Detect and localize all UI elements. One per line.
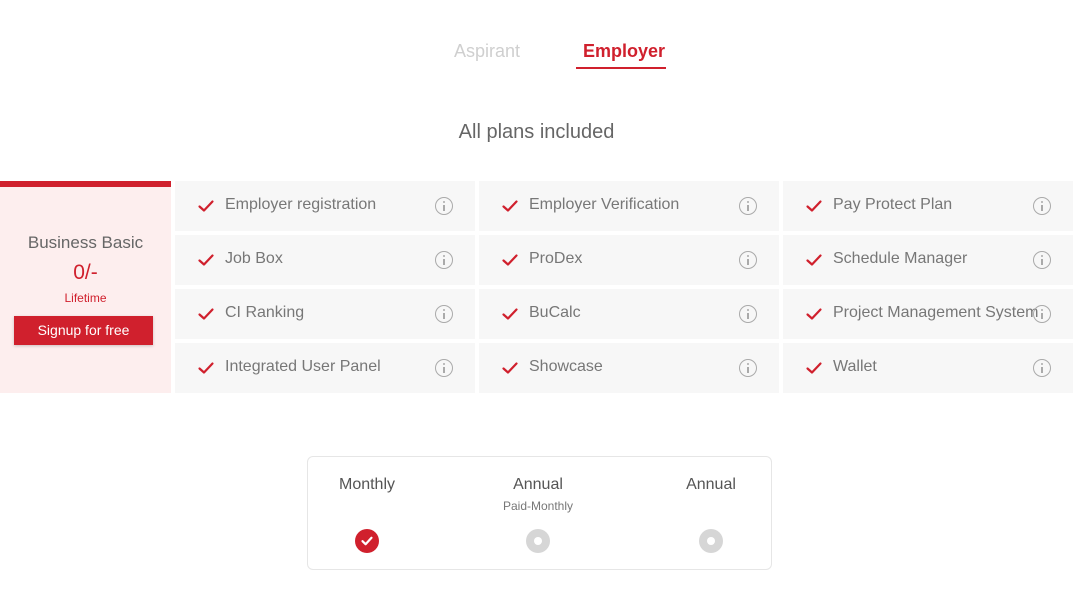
check-icon xyxy=(502,362,518,374)
feature-label: Employer Verification xyxy=(529,196,680,213)
feature-item: ProDex xyxy=(479,235,779,285)
feature-item: Employer Verification xyxy=(479,181,779,231)
active-tab-indicator xyxy=(576,67,666,69)
billing-option-monthly[interactable]: Monthly xyxy=(292,457,442,569)
signup-button[interactable]: Signup for free xyxy=(14,316,153,345)
check-icon xyxy=(806,200,822,212)
feature-item: Project Management System xyxy=(783,289,1073,339)
feature-item: Job Box xyxy=(175,235,475,285)
billing-selector: Monthly Annual Paid-Monthly Annual xyxy=(307,456,772,570)
info-icon[interactable] xyxy=(739,359,757,377)
feature-label: Schedule Manager xyxy=(833,250,968,267)
feature-item: Showcase xyxy=(479,343,779,393)
billing-option-title: Monthly xyxy=(338,476,396,493)
check-icon xyxy=(502,254,518,266)
feature-item: Schedule Manager xyxy=(783,235,1073,285)
tab-bar: Aspirant Employer xyxy=(0,38,1073,72)
check-icon xyxy=(806,308,822,320)
info-icon[interactable] xyxy=(435,359,453,377)
check-icon xyxy=(502,308,518,320)
feature-item: BuCalc xyxy=(479,289,779,339)
info-icon[interactable] xyxy=(435,251,453,269)
plan-price: 0/- xyxy=(73,261,98,284)
radio-icon[interactable] xyxy=(526,529,550,553)
feature-item: Integrated User Panel xyxy=(175,343,475,393)
check-icon xyxy=(198,308,214,320)
tab-aspirant[interactable]: Aspirant xyxy=(454,38,520,64)
feature-label: ProDex xyxy=(529,250,583,267)
billing-option-annual-paid-monthly[interactable]: Annual Paid-Monthly xyxy=(463,457,613,569)
feature-item: Pay Protect Plan xyxy=(783,181,1073,231)
feature-label: Job Box xyxy=(225,250,283,267)
feature-label: Integrated User Panel xyxy=(225,358,381,375)
feature-label: Showcase xyxy=(529,358,603,375)
feature-item: Wallet xyxy=(783,343,1073,393)
feature-label: Pay Protect Plan xyxy=(833,196,953,213)
plan-period: Lifetime xyxy=(64,291,107,305)
check-circle-icon[interactable] xyxy=(355,529,379,553)
plan-name: Business Basic xyxy=(27,233,144,252)
feature-label: CI Ranking xyxy=(225,304,305,321)
info-icon[interactable] xyxy=(739,305,757,323)
feature-label: BuCalc xyxy=(529,304,581,321)
feature-label: Project Management System xyxy=(833,304,1039,321)
check-icon xyxy=(806,254,822,266)
feature-label: Wallet xyxy=(833,358,877,375)
plan-card: Business Basic 0/- Lifetime Signup for f… xyxy=(0,181,171,393)
check-icon xyxy=(198,254,214,266)
info-icon[interactable] xyxy=(1033,197,1051,215)
check-icon xyxy=(806,362,822,374)
billing-option-subtitle: Paid-Monthly xyxy=(502,499,574,513)
billing-option-annual[interactable]: Annual xyxy=(636,457,786,569)
info-icon[interactable] xyxy=(435,305,453,323)
tab-employer[interactable]: Employer xyxy=(583,38,665,64)
billing-option-title: Annual xyxy=(686,476,736,493)
check-icon xyxy=(198,362,214,374)
feature-item: Employer registration xyxy=(175,181,475,231)
billing-option-title: Annual xyxy=(513,476,563,493)
info-icon[interactable] xyxy=(435,197,453,215)
radio-icon[interactable] xyxy=(699,529,723,553)
info-icon[interactable] xyxy=(739,197,757,215)
info-icon[interactable] xyxy=(1033,251,1051,269)
info-icon[interactable] xyxy=(1033,359,1051,377)
check-icon xyxy=(502,200,518,212)
page-heading: All plans included xyxy=(458,121,615,143)
feature-label: Employer registration xyxy=(225,196,377,213)
feature-item: CI Ranking xyxy=(175,289,475,339)
check-icon xyxy=(198,200,214,212)
info-icon[interactable] xyxy=(1033,305,1051,323)
info-icon[interactable] xyxy=(739,251,757,269)
